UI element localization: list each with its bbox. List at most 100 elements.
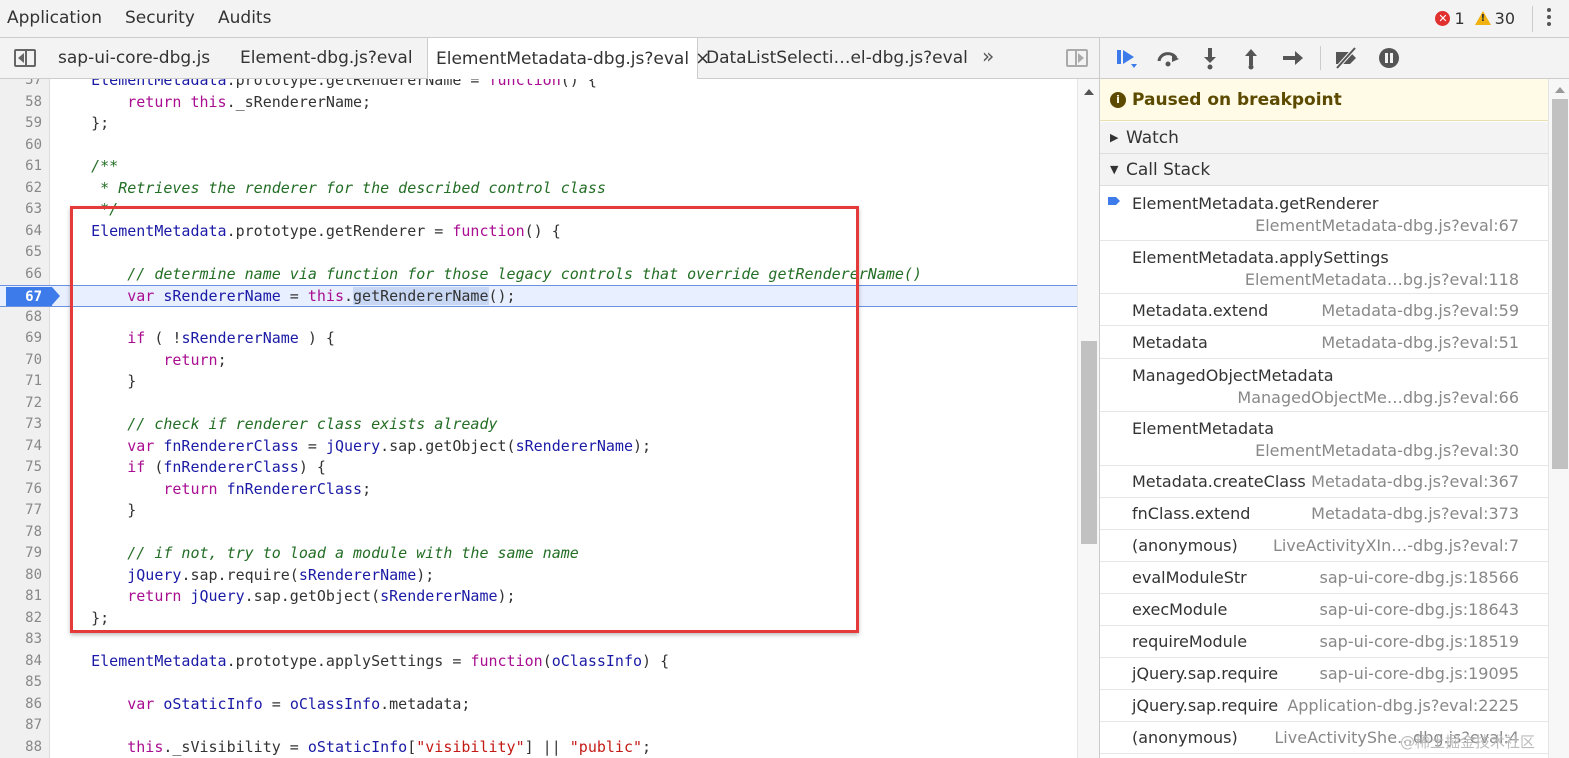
scroll-up-icon[interactable]: [1084, 89, 1094, 95]
scroll-up-icon[interactable]: [1555, 87, 1565, 93]
call-stack-frame[interactable]: jQuery.sap.require Application-dbg.js?ev…: [1100, 690, 1548, 722]
warning-icon: [1474, 11, 1491, 25]
code-line: 59 };: [25, 114, 110, 132]
code-line: 66 // determine name via function for th…: [25, 264, 922, 283]
frame-function: ElementMetadata: [1132, 419, 1275, 438]
tab-application[interactable]: Application: [7, 8, 102, 28]
frame-function: evalModuleStr: [1132, 568, 1247, 587]
code-line: 83: [25, 631, 42, 647]
call-stack-frame[interactable]: ElementMetadata.getRenderer ElementMetad…: [1100, 187, 1548, 241]
frame-function: requireModule: [1132, 632, 1248, 651]
call-stack-frame[interactable]: fnClass.extend Metadata-dbg.js?eval:373: [1100, 498, 1548, 530]
code-line: 76 return fnRendererClass;: [25, 479, 372, 498]
frame-function: (anonymous): [1132, 728, 1238, 747]
tab-security[interactable]: Security: [125, 8, 195, 28]
call-stack-label: Call Stack: [1126, 160, 1211, 180]
file-tab-datalistselection[interactable]: DataListSelecti…el-dbg.js?eval: [698, 38, 968, 79]
code-line: 69 if ( !sRendererName ) {: [25, 329, 335, 347]
breakpoint-marker[interactable]: 67: [6, 287, 60, 306]
console-status[interactable]: ✕ 1 30: [1435, 7, 1515, 29]
call-stack-frame[interactable]: ElementMetadata ElementMetadata-dbg.js?e…: [1100, 412, 1548, 466]
watch-section-header[interactable]: ▶ Watch: [1100, 122, 1548, 154]
code-line: 63 */: [25, 200, 119, 218]
code-line: 74 var fnRendererClass = jQuery.sap.getO…: [25, 436, 652, 455]
current-frame-arrow-icon: [1108, 197, 1120, 205]
code-line: 71 }: [25, 372, 137, 390]
code-line: 61 /**: [25, 157, 119, 175]
editor-scrollbar[interactable]: [1077, 79, 1099, 758]
call-stack-frame[interactable]: evalModuleStr sap-ui-core-dbg.js:18566: [1100, 562, 1548, 594]
divider: [1320, 46, 1321, 70]
code-line: 70 return;: [25, 350, 227, 369]
scrollbar-thumb[interactable]: [1552, 99, 1568, 469]
code-line-current-breakpoint: 67 var sRendererName = this.getRendererN…: [0, 285, 1077, 307]
more-options-icon[interactable]: [1543, 6, 1555, 30]
file-tab-elementmetadata[interactable]: ElementMetadata-dbg.js?eval ×: [427, 38, 710, 80]
warning-count: 30: [1494, 8, 1515, 28]
pause-on-exceptions-icon[interactable]: [1376, 46, 1402, 70]
call-stack-frame[interactable]: execModule sap-ui-core-dbg.js:18643: [1100, 594, 1548, 626]
file-tab-label: DataListSelecti…el-dbg.js?eval: [706, 48, 968, 68]
code-line: 75 if (fnRendererClass) {: [25, 458, 326, 476]
frame-location: Metadata-dbg.js?eval:51: [1321, 333, 1519, 352]
call-stack-frame[interactable]: (anonymous) LiveActivityXIn…-dbg.js?eval…: [1100, 530, 1548, 562]
code-line: 86 var oStaticInfo = oClassInfo.metadata…: [25, 694, 471, 713]
code-line: 62 * Retrieves the renderer for the desc…: [25, 178, 606, 197]
code-line: 78: [25, 523, 42, 540]
frame-function: jQuery.sap.require: [1132, 696, 1279, 715]
step-into-icon[interactable]: [1197, 46, 1223, 70]
frame-location: ElementMetadata-dbg.js?eval:30: [1255, 441, 1519, 460]
deactivate-breakpoints-icon[interactable]: [1333, 46, 1359, 70]
call-stack-section-header[interactable]: ▼ Call Stack: [1100, 154, 1548, 186]
debugger-toolbar: [1099, 38, 1569, 79]
frame-function: ManagedObjectMetadata: [1132, 366, 1334, 385]
resume-icon[interactable]: [1114, 46, 1140, 70]
watermark: @稀土掘金技术社区: [1399, 733, 1535, 751]
code-line: 85: [25, 674, 42, 690]
step-out-icon[interactable]: [1238, 46, 1264, 70]
toggle-navigator-icon[interactable]: [14, 49, 36, 67]
collapse-arrow-icon: ▼: [1110, 163, 1119, 176]
call-stack-frame[interactable]: Metadata.extend Metadata-dbg.js?eval:59: [1100, 294, 1548, 326]
call-stack-frame[interactable]: Metadata.createClass Metadata-dbg.js?eva…: [1100, 466, 1548, 498]
frame-location: ElementMetadata-dbg.js?eval:67: [1255, 216, 1519, 235]
tab-audits[interactable]: Audits: [218, 8, 271, 28]
more-tabs-button[interactable]: »: [982, 44, 994, 68]
frame-function: Metadata.createClass: [1132, 472, 1306, 491]
step-over-icon[interactable]: [1155, 46, 1181, 70]
paused-banner: i Paused on breakpoint: [1100, 79, 1548, 121]
scrollbar-thumb[interactable]: [1081, 341, 1097, 544]
frame-location: Metadata-dbg.js?eval:367: [1311, 472, 1519, 491]
frame-function: execModule: [1132, 600, 1228, 619]
call-stack-frame[interactable]: ManagedObjectMetadata ManagedObjectMe…db…: [1100, 359, 1548, 412]
error-count: 1: [1454, 8, 1465, 28]
frame-location: ManagedObjectMe…dbg.js?eval:66: [1237, 388, 1519, 407]
toggle-debugger-icon[interactable]: [1066, 49, 1088, 67]
frame-function: jQuery.sap.require: [1132, 664, 1279, 683]
code-line: 77 }: [25, 501, 137, 519]
file-tab-sap-ui-core[interactable]: sap-ui-core-dbg.js: [50, 38, 210, 79]
file-tab-label: Element-dbg.js?eval: [240, 48, 413, 68]
frame-location: ElementMetadata…bg.js?eval:118: [1244, 270, 1519, 289]
paused-message: Paused on breakpoint: [1132, 90, 1342, 110]
code-line: 79 // if not, try to load a module with …: [25, 544, 579, 562]
step-icon[interactable]: [1280, 46, 1306, 70]
frame-location: Metadata-dbg.js?eval:373: [1311, 504, 1519, 523]
call-stack-frame[interactable]: requireModule sap-ui-core-dbg.js:18519: [1100, 626, 1548, 658]
frame-function: (anonymous): [1132, 536, 1238, 555]
call-stack-frame[interactable]: Metadata Metadata-dbg.js?eval:51: [1100, 326, 1548, 359]
sidebar-scrollbar[interactable]: [1548, 79, 1569, 758]
frame-function: Metadata.extend: [1132, 301, 1269, 320]
call-stack-frame[interactable]: jQuery.sap.require sap-ui-core-dbg.js:19…: [1100, 658, 1548, 690]
code-line: 87: [25, 717, 42, 733]
code-editor[interactable]: 57 ElementMetadata.prototype.getRenderer…: [0, 79, 1099, 758]
frame-location: LiveActivityXIn…-dbg.js?eval:7: [1272, 536, 1519, 555]
call-stack-frame[interactable]: ElementMetadata.applySettings ElementMet…: [1100, 241, 1548, 294]
debugger-sidebar: i Paused on breakpoint ▶ Watch ▼ Call St…: [1099, 79, 1569, 758]
file-tab-element[interactable]: Element-dbg.js?eval: [232, 38, 413, 79]
frame-location: sap-ui-core-dbg.js:18566: [1319, 568, 1519, 587]
frame-location: Metadata-dbg.js?eval:59: [1321, 301, 1519, 320]
code-line: 72: [25, 394, 42, 411]
file-tab-label: ElementMetadata-dbg.js?eval: [436, 49, 690, 69]
frame-location: sap-ui-core-dbg.js:18643: [1319, 600, 1519, 619]
